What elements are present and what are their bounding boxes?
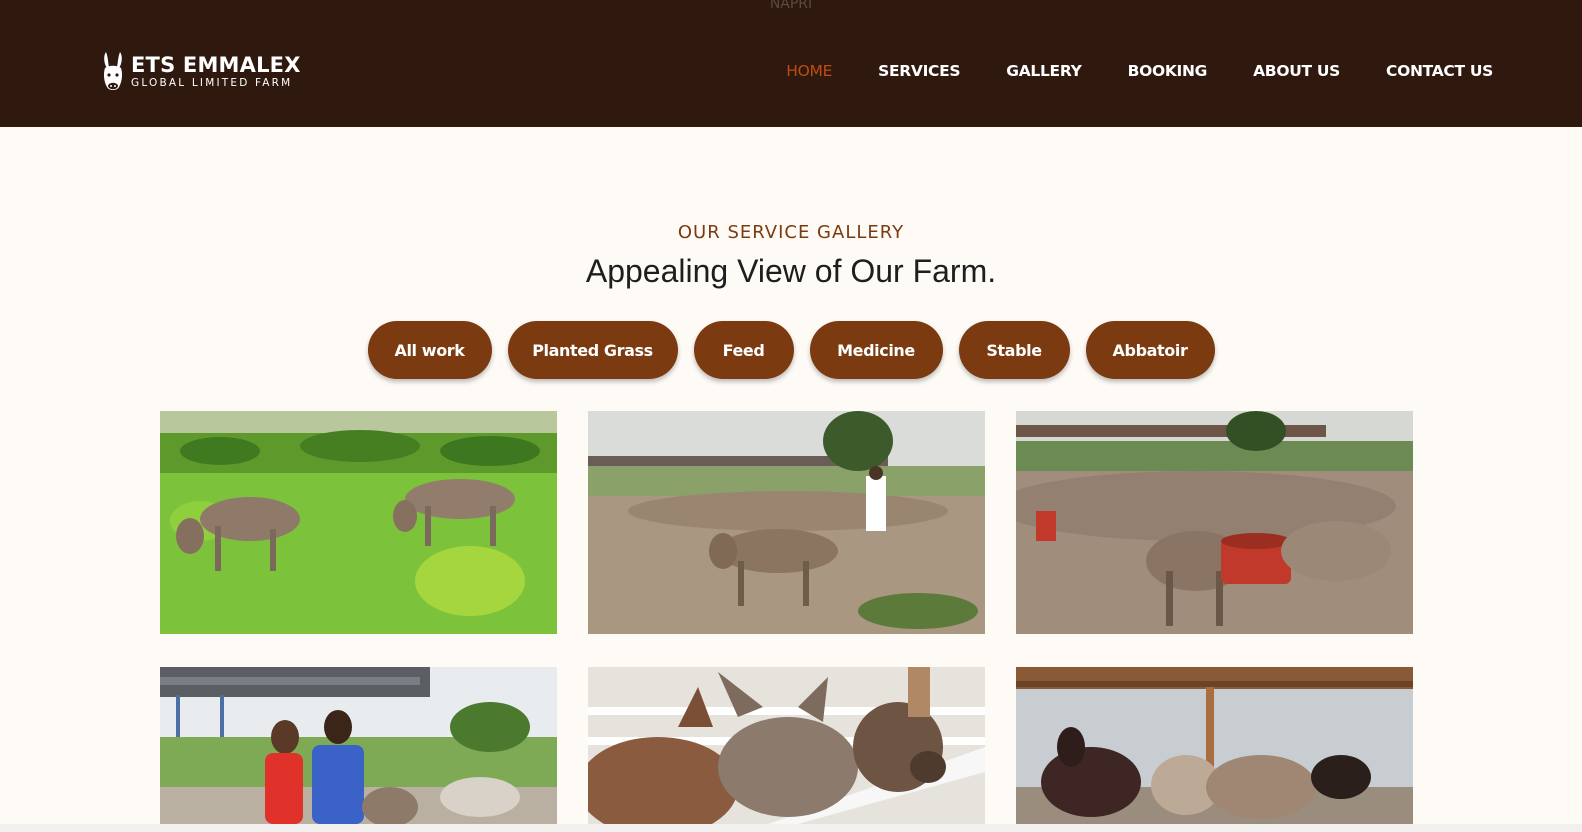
logo-title: ETS EMMALEX	[131, 53, 301, 77]
gallery-photo-abbatoir[interactable]	[1016, 667, 1413, 824]
gallery-photo-workers[interactable]	[160, 667, 557, 824]
nav-contact-us[interactable]: CONTACT US	[1386, 62, 1493, 80]
donkey-head-icon	[103, 52, 123, 90]
filter-medicine[interactable]: Medicine	[809, 321, 943, 379]
filter-planted-grass[interactable]: Planted Grass	[507, 321, 678, 379]
logo-subtitle: GLOBAL LIMITED FARM	[131, 77, 293, 89]
nav-booking[interactable]: BOOKING	[1128, 62, 1208, 80]
filter-all-work[interactable]: All work	[367, 321, 492, 379]
nav-home[interactable]: HOME	[786, 62, 832, 80]
gallery-photo-planted-grass[interactable]	[160, 411, 557, 634]
site-logo[interactable]: ETS EMMALEX GLOBAL LIMITED FARM	[100, 50, 301, 94]
gallery-filters: All work Planted Grass Feed Medicine Sta…	[0, 321, 1582, 379]
section-kicker: OUR SERVICE GALLERY	[677, 222, 905, 243]
gallery-photo-stable[interactable]	[1016, 411, 1413, 634]
header-stray-text: NAPRI	[769, 0, 813, 12]
site-header: NAPRI ETS EMMALEX GLOBAL LIMITED FARM HO…	[0, 0, 1582, 127]
main-nav: HOME SERVICES GALLERY BOOKING ABOUT US C…	[740, 62, 1493, 80]
filter-abbatoir[interactable]: Abbatoir	[1085, 321, 1215, 379]
nav-gallery[interactable]: GALLERY	[1006, 62, 1082, 80]
nav-services[interactable]: SERVICES	[878, 62, 960, 80]
gallery-photo-feed[interactable]	[588, 411, 985, 634]
filter-feed[interactable]: Feed	[693, 321, 794, 379]
section-title: Appealing View of Our Farm.	[585, 253, 997, 289]
nav-about-us[interactable]: ABOUT US	[1253, 62, 1340, 80]
page-bottom-strip	[0, 824, 1582, 832]
gallery-photo-donkeys-closeup[interactable]	[588, 667, 985, 824]
filter-stable[interactable]: Stable	[958, 321, 1070, 379]
